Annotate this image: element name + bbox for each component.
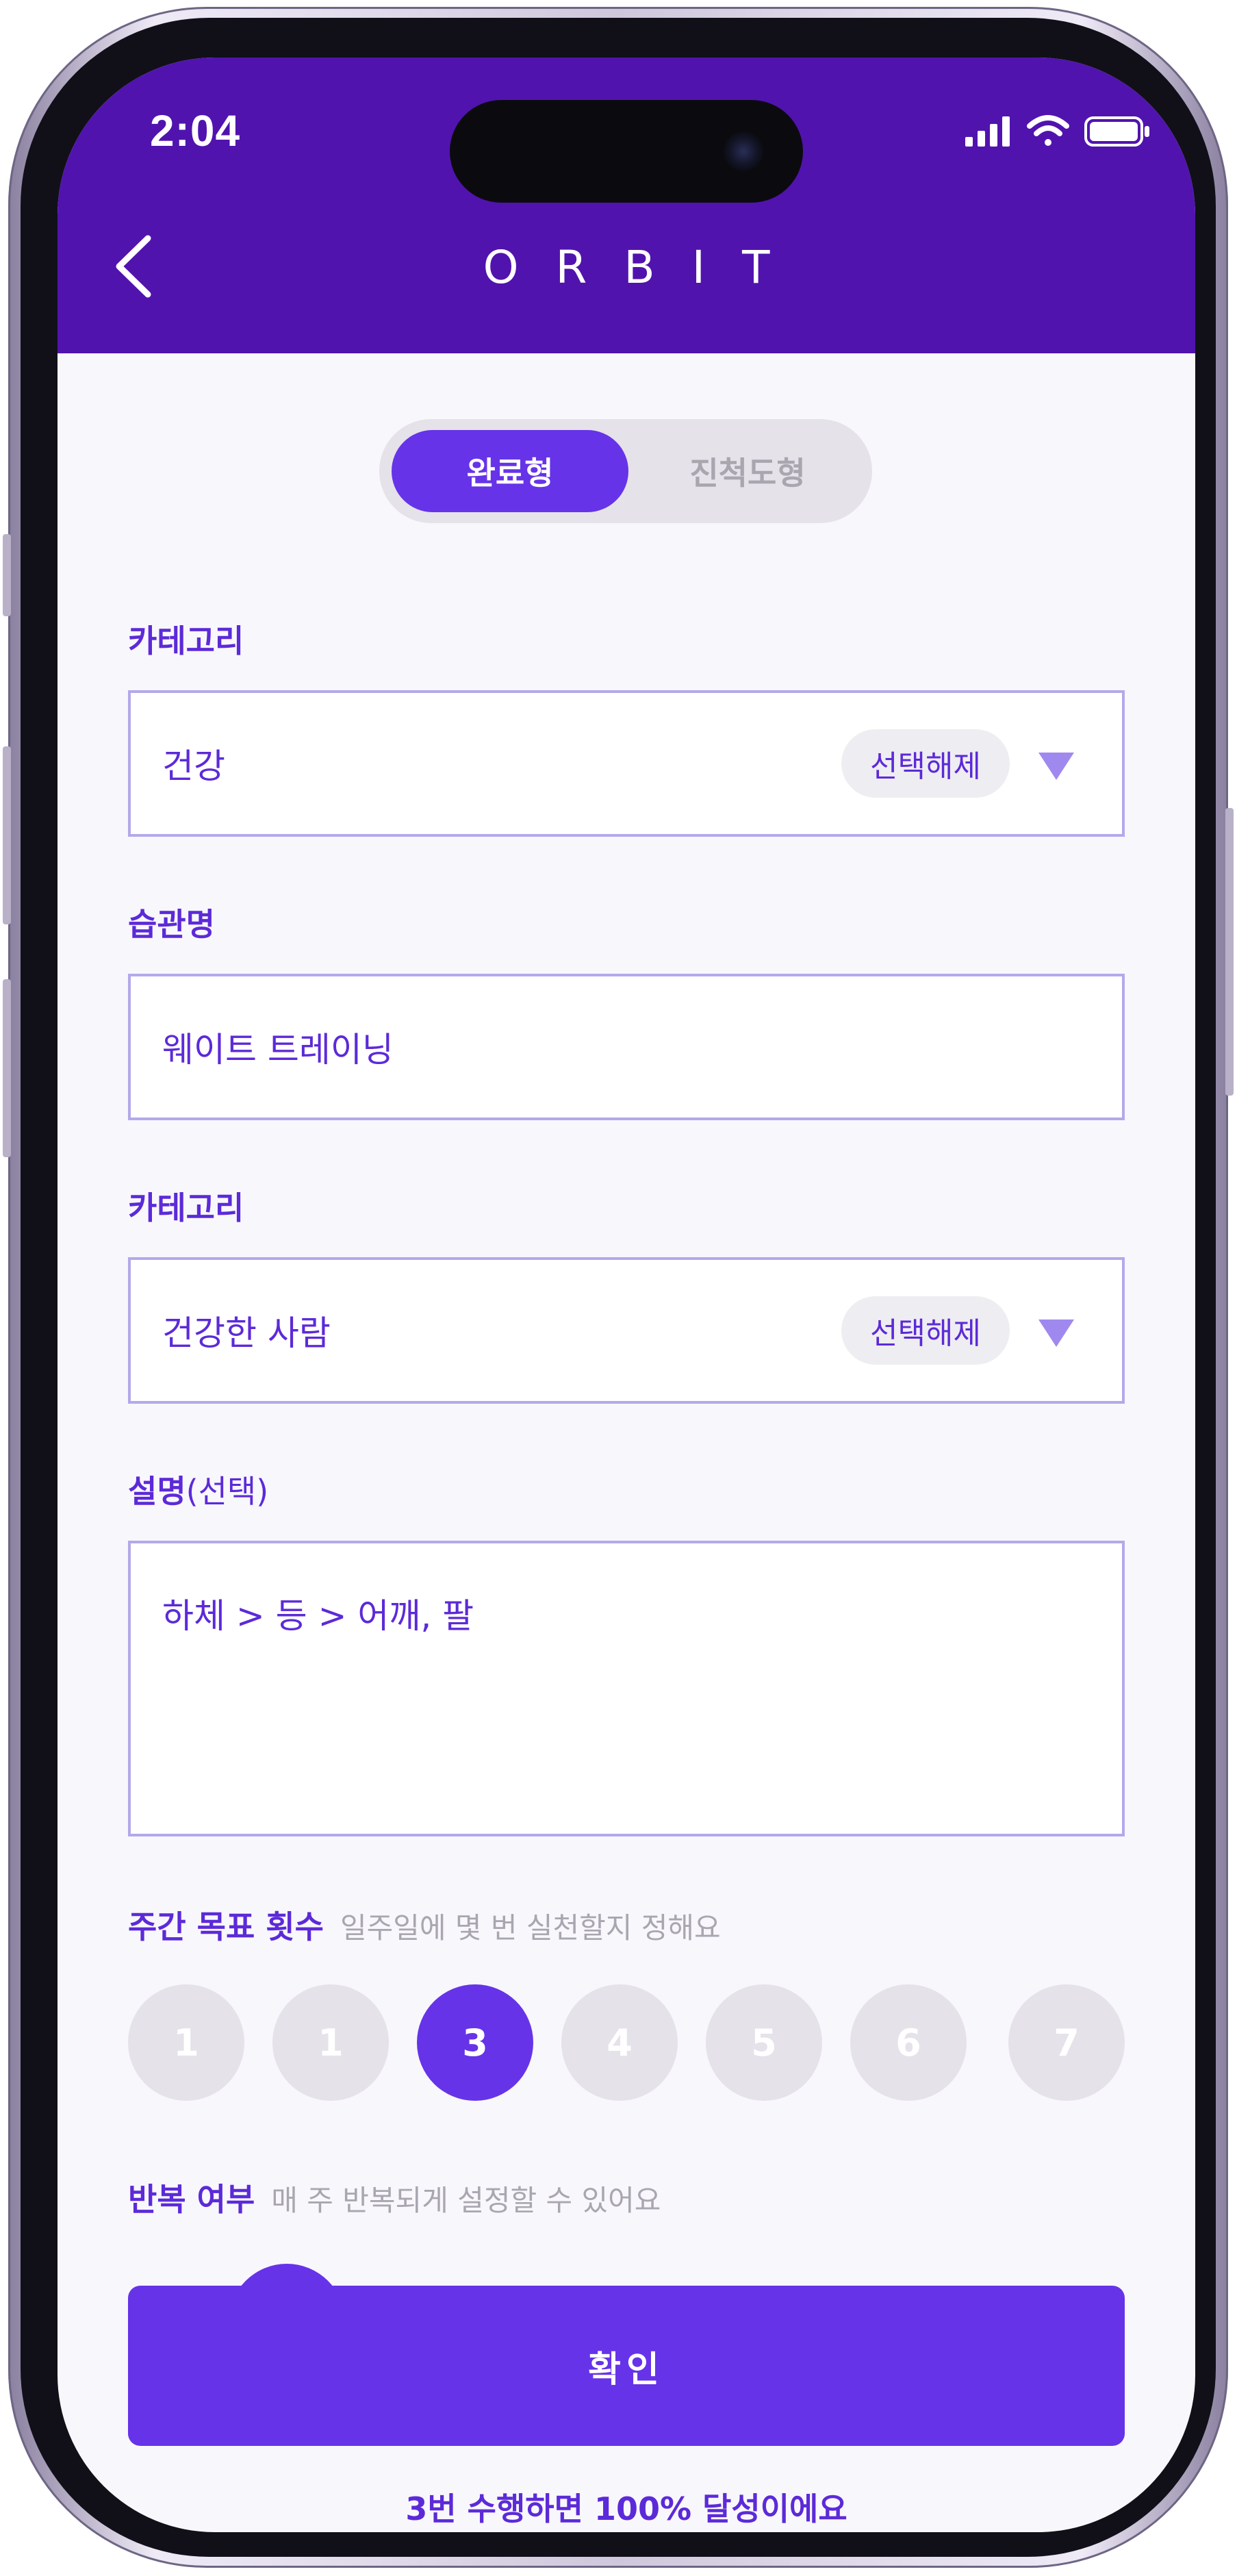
repeat-hint: 매 주 반복되게 설정할 수 있어요 xyxy=(271,2184,661,2217)
habit-name-input[interactable]: 웨이트 트레이닝 xyxy=(128,974,1125,1120)
weekly-goal-selector: 1 1 3 4 5 6 7 xyxy=(128,1984,1125,2101)
confirm-button[interactable]: 확인 xyxy=(128,2286,1125,2446)
habit-name-label: 습관명 xyxy=(128,906,215,943)
dropdown-arrow-icon[interactable] xyxy=(1038,1319,1074,1347)
app-header: 2:04 ORBIT xyxy=(58,58,1195,353)
goal-count-option[interactable]: 6 xyxy=(850,1984,967,2101)
phone-frame: 2:04 ORBIT 완료형 진척도형 카테고리 건강 선택해제 습관명 웨이트… xyxy=(3,7,1234,2568)
status-time: 2:04 xyxy=(150,106,241,155)
description-value: 하체 > 등 > 어깨, 팔 xyxy=(162,1596,474,1636)
description-label: 설명(선택) xyxy=(128,1467,268,1512)
toggle-completion-type[interactable]: 완료형 xyxy=(392,430,628,512)
category-label: 카테고리 xyxy=(128,622,244,659)
weekly-goal-label: 주간 목표 횟수 일주일에 몇 번 실천할지 정해요 xyxy=(128,1902,721,1947)
action-button xyxy=(3,534,11,616)
battery-icon xyxy=(1084,116,1149,147)
clear-selection-button[interactable]: 선택해제 xyxy=(841,1296,1010,1365)
dropdown-arrow-icon[interactable] xyxy=(1038,753,1074,780)
front-camera xyxy=(724,131,763,171)
repeat-label: 반복 여부 매 주 반복되게 설정할 수 있어요 xyxy=(128,2175,661,2220)
goal-count-option[interactable]: 7 xyxy=(1008,1984,1125,2101)
description-label-text: 설명 xyxy=(128,1473,186,1510)
weekly-goal-hint: 일주일에 몇 번 실천할지 정해요 xyxy=(340,1911,721,1945)
sub-category-value: 건강한 사람 xyxy=(162,1313,331,1353)
sub-category-label: 카테고리 xyxy=(128,1189,244,1226)
power-button xyxy=(1225,808,1234,1096)
clear-selection-button[interactable]: 선택해제 xyxy=(841,729,1010,798)
volume-up-button xyxy=(3,746,11,924)
dynamic-island xyxy=(450,100,803,203)
category-value: 건강 xyxy=(162,746,225,786)
cellular-signal-icon xyxy=(965,116,1010,147)
habit-type-toggle: 완료형 진척도형 xyxy=(379,419,872,523)
volume-down-button xyxy=(3,979,11,1157)
weekly-goal-title: 주간 목표 횟수 xyxy=(128,1908,324,1945)
status-icons xyxy=(965,115,1149,147)
habit-name-value: 웨이트 트레이닝 xyxy=(162,1030,394,1070)
app-logo: ORBIT xyxy=(483,241,807,294)
app-screen: 2:04 ORBIT 완료형 진척도형 카테고리 건강 선택해제 습관명 웨이트… xyxy=(58,58,1195,2532)
goal-count-option[interactable]: 1 xyxy=(272,1984,389,2101)
goal-achievement-note: 3번 수행하면 100% 달성이에요 xyxy=(405,2490,847,2527)
goal-count-option[interactable]: 4 xyxy=(561,1984,678,2101)
goal-count-option[interactable]: 1 xyxy=(128,1984,244,2101)
category-select[interactable]: 건강 선택해제 xyxy=(128,690,1125,837)
description-textarea[interactable]: 하체 > 등 > 어깨, 팔 xyxy=(128,1541,1125,1836)
repeat-title: 반복 여부 xyxy=(128,2181,255,2218)
goal-count-option-selected[interactable]: 3 xyxy=(417,1984,533,2101)
goal-count-option[interactable]: 5 xyxy=(706,1984,822,2101)
toggle-progress-type[interactable]: 진척도형 xyxy=(634,430,861,512)
description-optional-text: (선택) xyxy=(186,1473,269,1510)
wifi-icon xyxy=(1027,115,1069,146)
sub-category-select[interactable]: 건강한 사람 선택해제 xyxy=(128,1257,1125,1404)
